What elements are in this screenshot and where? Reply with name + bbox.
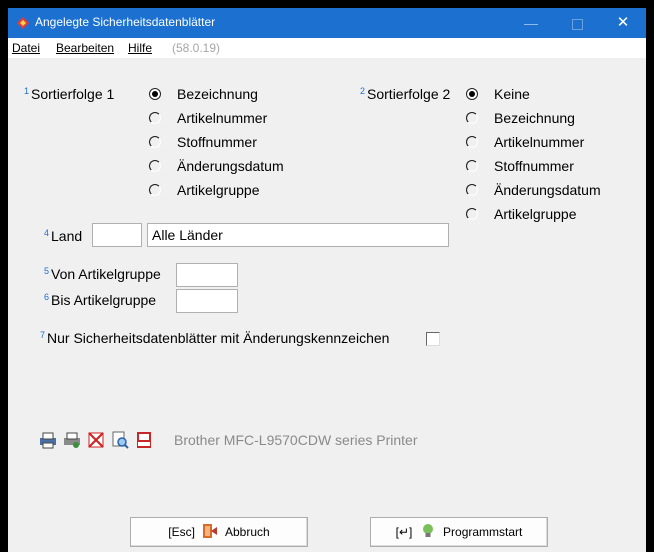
app-icon: [17, 17, 29, 29]
programmstart-button[interactable]: [↵] Programmstart: [370, 517, 548, 547]
lightbulb-icon: [422, 524, 433, 537]
minimize-button[interactable]: —: [508, 8, 554, 38]
sort1-option-3[interactable]: Änderungsdatum: [149, 158, 369, 178]
radio-button[interactable]: [466, 88, 478, 100]
sort1-option-2[interactable]: Stoffnummer: [149, 134, 369, 154]
print-setup-icon[interactable]: [62, 430, 82, 450]
menu-bearbeiten[interactable]: Bearbeiten: [56, 41, 114, 55]
no-print-icon[interactable]: [86, 430, 106, 450]
radio-button[interactable]: [466, 184, 478, 196]
preview-icon[interactable]: [110, 430, 130, 450]
radio-button[interactable]: [466, 136, 478, 148]
radio-button[interactable]: [149, 160, 161, 172]
window-title: Angelegte Sicherheitsdatenblätter: [35, 15, 216, 29]
abbruch-button[interactable]: [Esc] Abbruch: [130, 517, 308, 547]
bis-artikelgruppe-label: 6 Bis Artikelgruppe: [44, 292, 157, 308]
sort1-number: 1: [24, 86, 30, 96]
pdf-icon[interactable]: [134, 430, 154, 450]
bis-artikelgruppe-input[interactable]: [176, 289, 238, 313]
von-artikelgruppe-label: 5 Von Artikelgruppe: [44, 266, 161, 282]
sort2-option-5[interactable]: Artikelgruppe: [466, 206, 646, 226]
sort1-option-4[interactable]: Artikelgruppe: [149, 182, 369, 202]
print-icon[interactable]: [38, 430, 58, 450]
radio-label: Stoffnummer: [494, 158, 574, 174]
radio-button[interactable]: [466, 160, 478, 172]
land-name-field: Alle Länder: [147, 223, 449, 247]
aenderung-checkbox[interactable]: [426, 332, 440, 346]
land-code-input[interactable]: [92, 223, 142, 247]
title-bar[interactable]: Angelegte Sicherheitsdatenblätter — ✕: [8, 8, 646, 38]
app-window: Angelegte Sicherheitsdatenblätter — ✕ Da…: [8, 8, 646, 552]
radio-label: Bezeichnung: [177, 86, 258, 102]
sort2-option-2[interactable]: Artikelnummer: [466, 134, 646, 154]
menu-hilfe[interactable]: Hilfe: [128, 41, 152, 55]
sort2-option-4[interactable]: Änderungsdatum: [466, 182, 646, 202]
radio-button[interactable]: [466, 208, 478, 220]
cancel-exit-icon: [203, 524, 218, 538]
radio-button[interactable]: [149, 136, 161, 148]
menu-bar: Datei Bearbeiten Hilfe (58.0.19): [8, 38, 646, 58]
radio-label: Artikelnummer: [177, 110, 268, 126]
sort1-option-0[interactable]: Bezeichnung: [149, 86, 369, 106]
radio-button[interactable]: [149, 112, 161, 124]
von-artikelgruppe-input[interactable]: [176, 263, 238, 287]
button-bar: [Esc] Abbruch [↵] Programmstart: [8, 513, 646, 552]
maximize-icon: [571, 18, 583, 30]
sort2-option-0[interactable]: Keine: [466, 86, 646, 106]
maximize-button[interactable]: [554, 8, 600, 38]
close-icon: ✕: [616, 14, 630, 31]
radio-label: Artikelgruppe: [494, 206, 577, 222]
radio-label: Änderungsdatum: [494, 182, 601, 198]
menu-datei[interactable]: Datei: [12, 41, 40, 55]
sort2-label: 2 Sortierfolge 2: [360, 86, 451, 102]
land-label: 4 Land: [44, 228, 83, 244]
radio-button[interactable]: [466, 112, 478, 124]
radio-label: Artikelgruppe: [177, 182, 260, 198]
sort2-option-1[interactable]: Bezeichnung: [466, 110, 646, 130]
version-label: (58.0.19): [172, 41, 221, 55]
close-button[interactable]: ✕: [600, 8, 646, 38]
radio-label: Änderungsdatum: [177, 158, 284, 174]
radio-button[interactable]: [149, 184, 161, 196]
radio-label: Artikelnummer: [494, 134, 585, 150]
radio-label: Keine: [494, 86, 530, 102]
sort1-label: 1 Sortierfolge 1: [24, 86, 115, 102]
radio-label: Bezeichnung: [494, 110, 575, 126]
radio-label: Stoffnummer: [177, 134, 257, 150]
form-content: 1 Sortierfolge 1 Bezeichnung Artikelnummer…: [8, 58, 646, 552]
sort1-option-1[interactable]: Artikelnummer: [149, 110, 369, 130]
aenderung-label: 7 Nur Sicherheitsdatenblätter mit Änderun…: [40, 330, 390, 346]
sort2-number: 2: [360, 86, 366, 96]
sort2-option-3[interactable]: Stoffnummer: [466, 158, 646, 178]
radio-button[interactable]: [149, 88, 161, 100]
printer-name: Brother MFC-L9570CDW series Printer: [174, 432, 418, 448]
